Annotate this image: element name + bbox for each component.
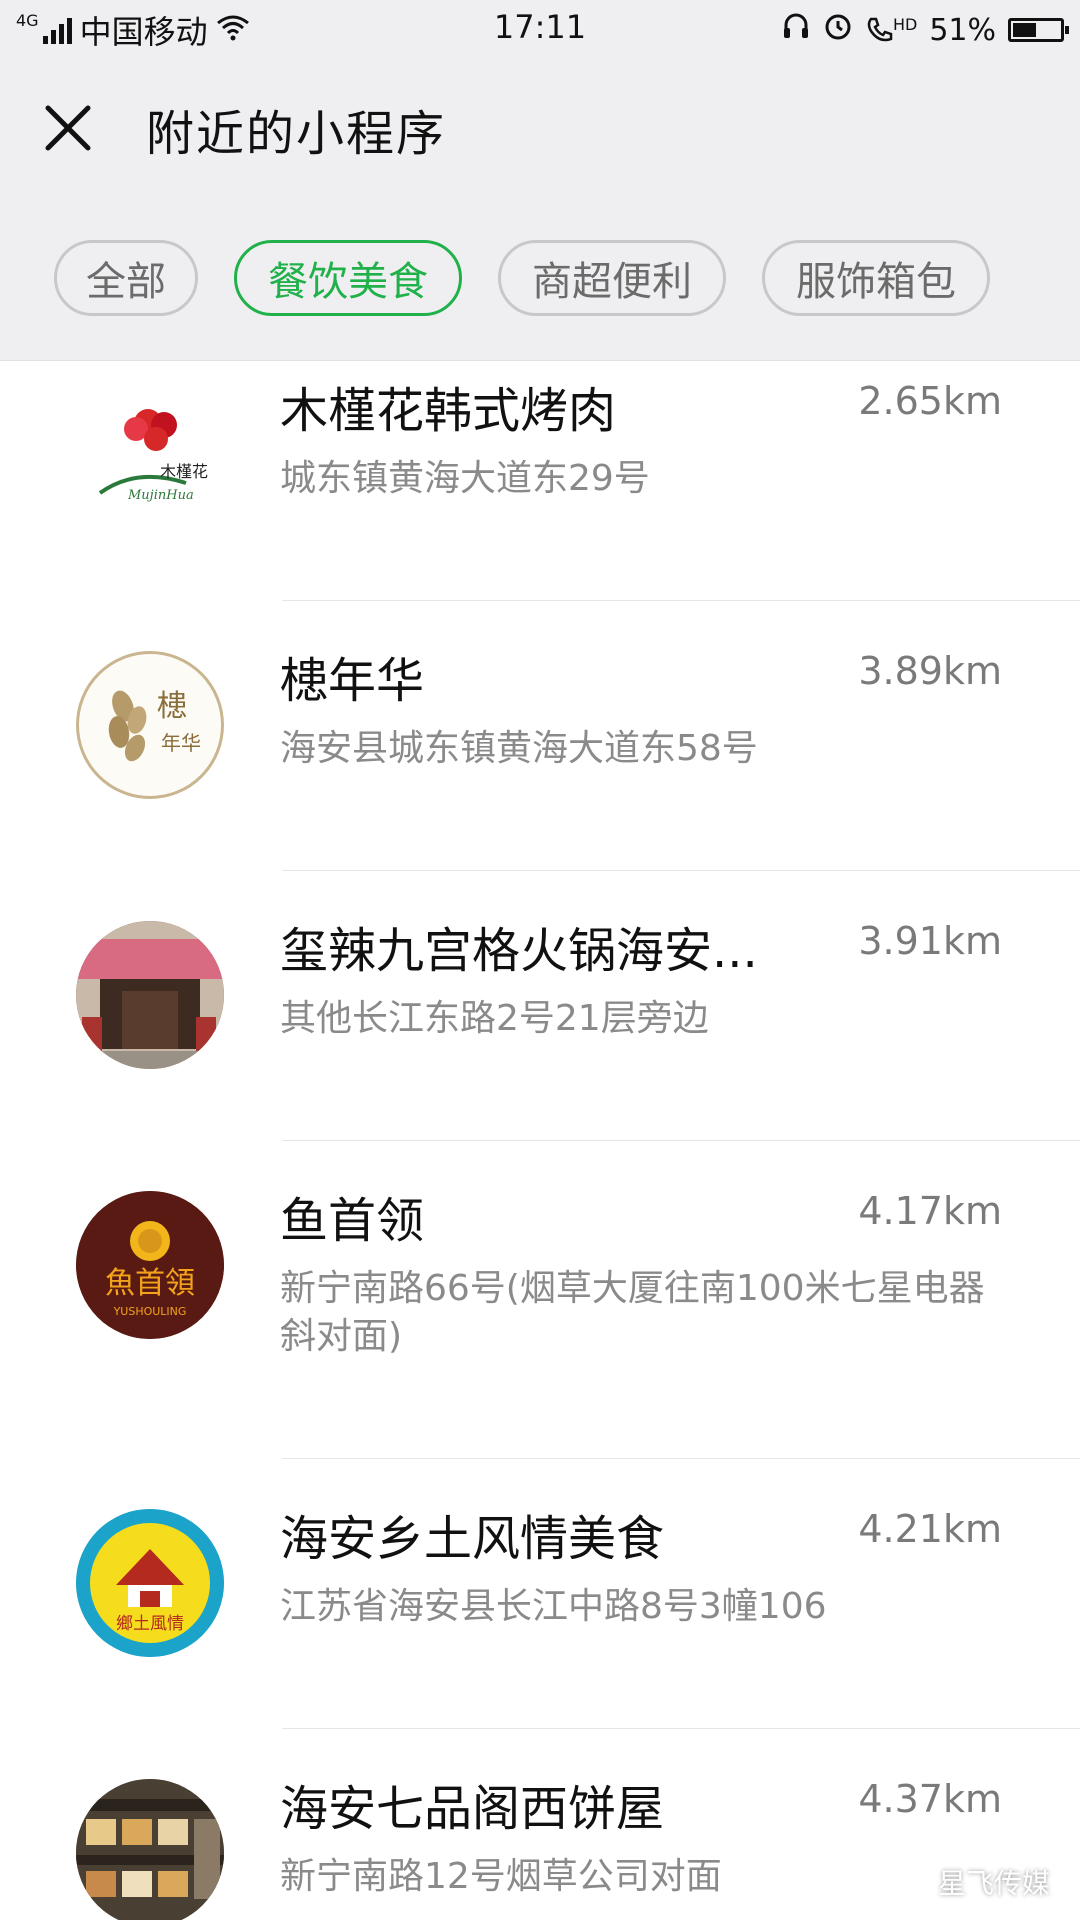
battery-level-fill	[1013, 23, 1036, 37]
close-icon	[45, 105, 91, 151]
status-bar: 4G 中国移动 17:11 HD 51%	[0, 0, 1080, 60]
logo-text: 鄉土風情	[116, 1614, 184, 1634]
restaurant-logo	[76, 1779, 224, 1920]
tab-food[interactable]: 餐饮美食	[234, 240, 462, 316]
restaurant-logo	[76, 921, 224, 1069]
watermark: 星飞传媒	[896, 1862, 1050, 1902]
restaurant-logo: 槵 年华	[76, 651, 224, 799]
distance: 4.37km	[858, 1777, 1002, 1821]
address: 新宁南路66号(烟草大厦往南100米七星电器斜对面)	[280, 1268, 985, 1357]
restaurant-name: 槵年华	[280, 653, 425, 709]
alarm-icon	[823, 11, 853, 49]
address: 海安县城东镇黄海大道东58号	[280, 728, 758, 769]
app-root: 4G 中国移动 17:11 HD 51% 附近的小程序 全部 餐饮美食 商超便利…	[0, 0, 1080, 1920]
tab-all[interactable]: 全部	[54, 240, 198, 316]
top-area: 4G 中国移动 17:11 HD 51% 附近的小程序 全部 餐饮美食 商超便利…	[0, 0, 1080, 361]
hd-label: HD	[892, 15, 918, 34]
restaurant-name: 海安七品阁西饼屋	[280, 1781, 665, 1837]
list-item[interactable]: 玺辣九宫格火锅海安... 3.91km 其他长江东路2号21层旁边	[0, 871, 1080, 1141]
address: 城东镇黄海大道东29号	[280, 458, 650, 499]
list-item[interactable]: 木槿花 MujinHua 木槿花韩式烤肉 2.65km 城东镇黄海大道东29号	[0, 361, 1080, 601]
nearby-list: 木槿花 MujinHua 木槿花韩式烤肉 2.65km 城东镇黄海大道东29号 …	[0, 361, 1080, 1920]
distance: 4.21km	[858, 1507, 1002, 1551]
logo-subtext: 年华	[161, 731, 201, 755]
logo-text: 木槿花	[160, 462, 208, 481]
list-item[interactable]: 槵 年华 槵年华 3.89km 海安县城东镇黄海大道东58号	[0, 601, 1080, 871]
battery-percent: 51%	[929, 12, 996, 48]
logo-subtext: MujinHua	[127, 488, 194, 503]
logo-text: 魚首領	[105, 1266, 195, 1301]
restaurant-logo: 鄉土風情	[76, 1509, 224, 1657]
restaurant-name: 玺辣九宫格火锅海安...	[280, 923, 758, 979]
list-item[interactable]: 鄉土風情 海安乡土风情美食 4.21km 江苏省海安县长江中路8号3幢106	[0, 1459, 1080, 1729]
restaurant-logo: 魚首領 YUSHOULING	[76, 1191, 224, 1339]
restaurant-name: 木槿花韩式烤肉	[280, 383, 617, 439]
status-right: HD 51%	[781, 10, 1069, 50]
tab-apparel[interactable]: 服饰箱包	[762, 240, 990, 316]
category-tabs: 全部 餐饮美食 商超便利 服饰箱包	[54, 240, 990, 316]
page-title: 附近的小程序	[146, 106, 447, 162]
battery-icon	[1008, 18, 1069, 42]
tab-convenience[interactable]: 商超便利	[498, 240, 726, 316]
list-item[interactable]: 魚首領 YUSHOULING 鱼首领 4.17km 新宁南路66号(烟草大厦往南…	[0, 1141, 1080, 1459]
distance: 4.17km	[858, 1189, 1002, 1233]
logo-text: 槵	[157, 689, 187, 724]
wechat-icon	[896, 1865, 930, 1900]
headset-icon	[781, 11, 811, 49]
distance: 2.65km	[858, 379, 1002, 423]
address: 其他长江东路2号21层旁边	[280, 998, 709, 1039]
distance: 3.89km	[858, 649, 1002, 693]
title-bar: 附近的小程序	[0, 80, 1080, 176]
distance: 3.91km	[858, 919, 1002, 963]
restaurant-name: 海安乡土风情美食	[280, 1511, 665, 1567]
close-button[interactable]	[40, 100, 96, 156]
logo-subtext: YUSHOULING	[113, 1305, 187, 1318]
watermark-text: 星飞传媒	[937, 1867, 1050, 1900]
address: 江苏省海安县长江中路8号3幢106	[280, 1586, 827, 1627]
restaurant-logo: 木槿花 MujinHua	[76, 381, 224, 529]
restaurant-name: 鱼首领	[280, 1193, 425, 1249]
call-hd-icon: HD	[865, 15, 917, 45]
address: 新宁南路12号烟草公司对面	[280, 1856, 722, 1897]
